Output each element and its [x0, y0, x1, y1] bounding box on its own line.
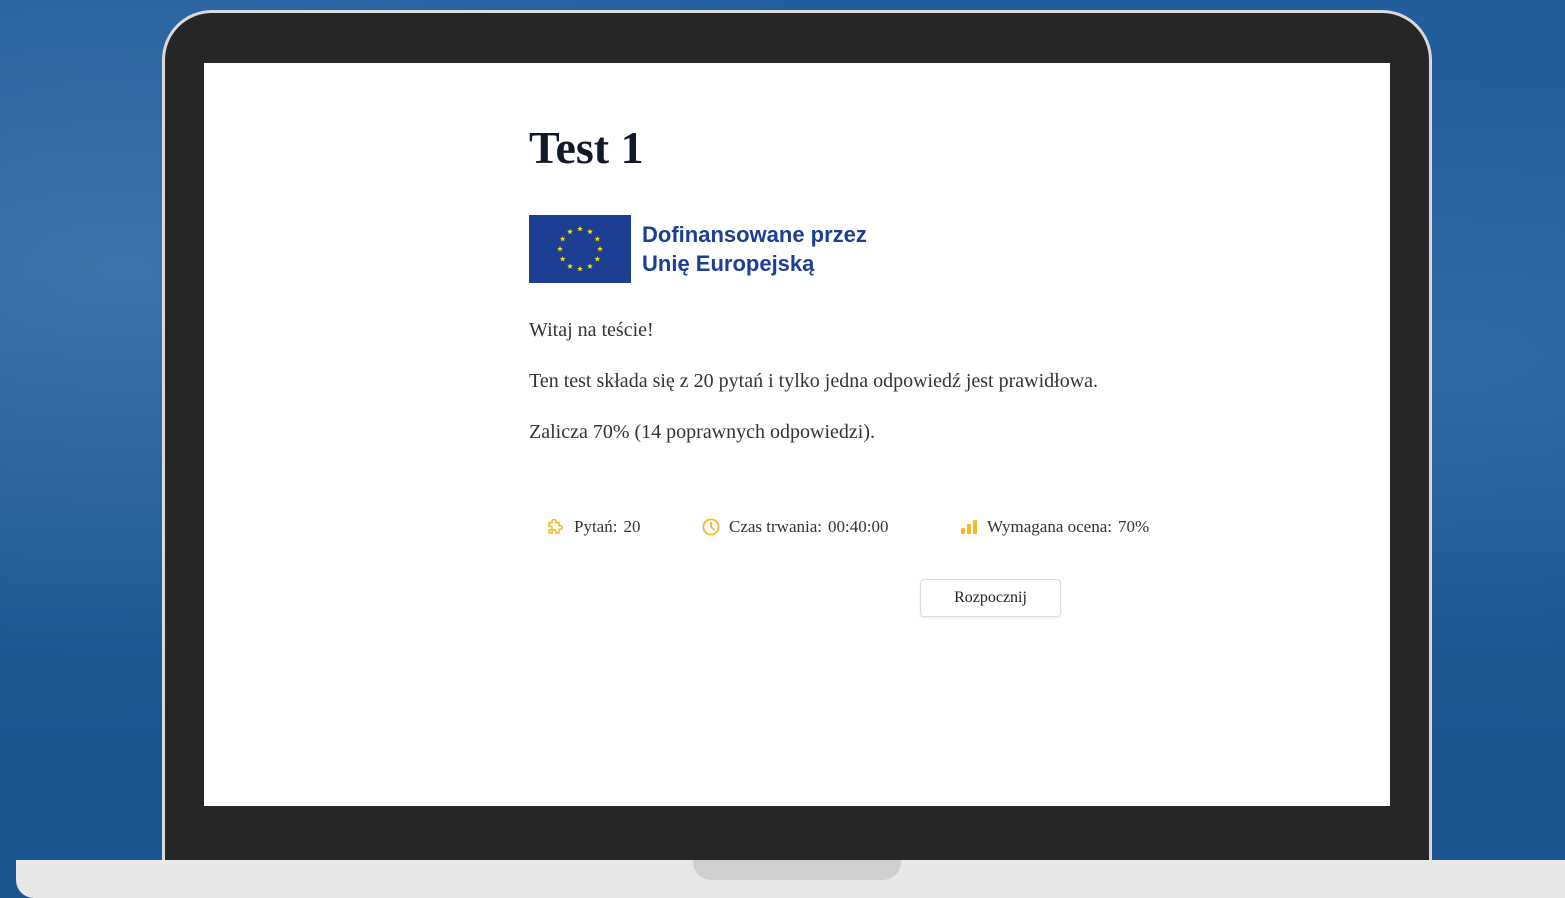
- eu-star: [559, 256, 566, 262]
- duration-label: Czas trwania:: [729, 517, 822, 536]
- laptop-notch: [693, 860, 901, 880]
- questions-value: 20: [623, 517, 641, 536]
- grade-value: 70%: [1118, 517, 1150, 536]
- eu-cofunding-logo: Dofinansowane przez Unię Europejską: [529, 215, 909, 283]
- clock-icon: [702, 518, 720, 536]
- eu-star: [577, 266, 583, 272]
- eu-star: [557, 246, 563, 252]
- eu-star: [559, 236, 566, 242]
- puzzle-icon: [548, 518, 563, 534]
- eu-logo-text: Dofinansowane przez Unię Europejską: [642, 220, 867, 278]
- eu-logo-line1: Dofinansowane przez: [642, 222, 867, 247]
- eu-star: [594, 236, 601, 242]
- eu-flag-icon: [529, 215, 631, 283]
- eu-star: [567, 263, 573, 269]
- eu-star: [577, 226, 583, 232]
- eu-star: [594, 256, 601, 262]
- stat-questions: Pytań: 20: [546, 517, 640, 537]
- description-text: Ten test składa się z 20 pytań i tylko j…: [529, 370, 1099, 392]
- eu-star: [587, 228, 593, 235]
- questions-label: Pytań:: [574, 517, 618, 536]
- stat-grade: Wymagana ocena: 70%: [959, 517, 1149, 537]
- screen: Test 1 Dofinansowane przez Unię Europejs…: [204, 63, 1390, 806]
- eu-star: [587, 263, 593, 269]
- duration-value: 00:40:00: [828, 517, 889, 536]
- page-title: Test 1: [529, 122, 644, 173]
- start-button[interactable]: Rozpocznij: [920, 579, 1061, 617]
- eu-logo-line2: Unię Europejską: [642, 251, 815, 276]
- test-stats: Pytań: 20 Czas trwania: 00:40:00 Wymagan…: [529, 517, 1189, 541]
- eu-star: [597, 246, 603, 252]
- welcome-text: Witaj na teście!: [529, 319, 654, 341]
- stat-duration: Czas trwania: 00:40:00: [701, 517, 888, 537]
- pass-info-text: Zalicza 70% (14 poprawnych odpowiedzi).: [529, 421, 875, 443]
- grade-label: Wymagana ocena:: [987, 517, 1112, 536]
- eu-star: [567, 228, 573, 235]
- bar-chart-icon: [961, 520, 977, 534]
